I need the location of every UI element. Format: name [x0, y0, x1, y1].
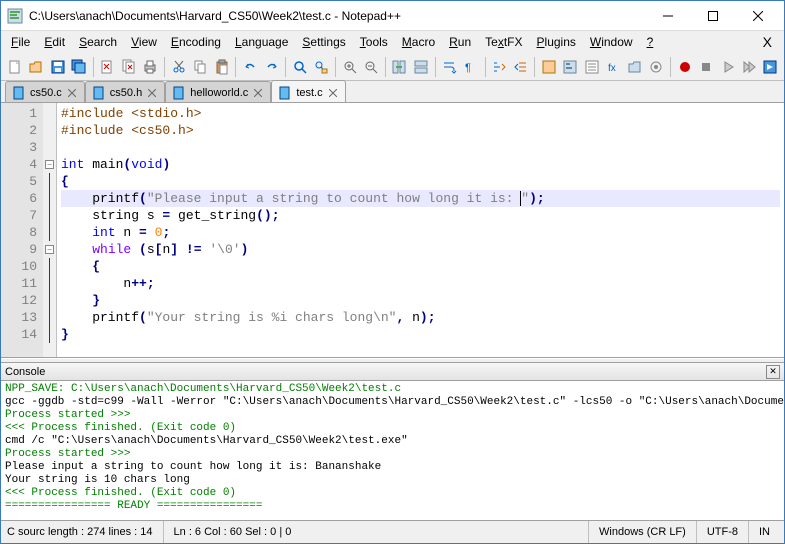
toolbar: ¶ fx — [1, 53, 784, 81]
wordwrap-icon[interactable] — [440, 56, 459, 78]
menu-settings[interactable]: Settings — [296, 33, 351, 51]
tab-cs50-h[interactable]: cs50.h — [85, 81, 165, 102]
maximize-button[interactable] — [690, 1, 735, 30]
tab-label: helloworld.c — [190, 87, 248, 99]
open-file-icon[interactable] — [26, 56, 45, 78]
status-position: Ln : 6 Col : 60 Sel : 0 | 0 — [163, 521, 363, 543]
menu-tools[interactable]: Tools — [354, 33, 394, 51]
svg-text:¶: ¶ — [465, 62, 471, 74]
fold-margin[interactable]: −− — [43, 103, 57, 357]
console-header[interactable]: Console ✕ — [1, 363, 784, 381]
line-number-gutter: 1234567891011121314 — [1, 103, 43, 357]
minimize-button[interactable] — [645, 1, 690, 30]
file-icon — [278, 86, 292, 100]
secondary-close-icon[interactable]: X — [755, 34, 780, 50]
tab-test-c[interactable]: test.c — [271, 80, 345, 102]
cut-icon[interactable] — [169, 56, 188, 78]
tab-helloworld-c[interactable]: helloworld.c — [165, 81, 271, 102]
replace-icon[interactable] — [312, 56, 331, 78]
menu-file[interactable]: File — [5, 33, 36, 51]
menu-run[interactable]: Run — [443, 33, 477, 51]
stop-macro-icon[interactable] — [696, 56, 715, 78]
menubar: File Edit Search View Encoding Language … — [1, 31, 784, 53]
play-macro-icon[interactable] — [718, 56, 737, 78]
menu-macro[interactable]: Macro — [396, 33, 441, 51]
console-title: Console — [5, 366, 45, 378]
func-list-icon[interactable]: fx — [604, 56, 623, 78]
sync-h-icon[interactable] — [411, 56, 430, 78]
copy-icon[interactable] — [191, 56, 210, 78]
folder-ws-icon[interactable] — [625, 56, 644, 78]
sync-v-icon[interactable] — [390, 56, 409, 78]
menu-plugins[interactable]: Plugins — [531, 33, 582, 51]
save-macro-icon[interactable] — [761, 56, 780, 78]
menu-edit[interactable]: Edit — [38, 33, 71, 51]
close-button[interactable] — [735, 1, 780, 30]
play-multi-icon[interactable] — [739, 56, 758, 78]
status-insmode[interactable]: IN — [748, 521, 780, 543]
save-all-icon[interactable] — [69, 56, 88, 78]
file-icon — [12, 86, 26, 100]
paste-icon[interactable] — [212, 56, 231, 78]
menu-window[interactable]: Window — [584, 33, 639, 51]
status-eol[interactable]: Windows (CR LF) — [588, 521, 696, 543]
monitor-icon[interactable] — [647, 56, 666, 78]
svg-text:fx: fx — [608, 63, 616, 74]
file-icon — [172, 86, 186, 100]
app-window: C:\Users\anach\Documents\Harvard_CS50\We… — [0, 0, 785, 544]
tab-close-icon[interactable] — [66, 87, 78, 99]
indent-guide-icon[interactable] — [489, 56, 508, 78]
close-file-icon[interactable] — [98, 56, 117, 78]
menu-search[interactable]: Search — [73, 33, 123, 51]
menu-language[interactable]: Language — [229, 33, 294, 51]
tab-close-icon[interactable] — [146, 87, 158, 99]
code-area[interactable]: #include <stdio.h>#include <cs50.h>int m… — [57, 103, 784, 357]
print-icon[interactable] — [141, 56, 160, 78]
menu-encoding[interactable]: Encoding — [165, 33, 227, 51]
save-icon[interactable] — [48, 56, 67, 78]
new-file-icon[interactable] — [5, 56, 24, 78]
tab-label: cs50.c — [30, 87, 62, 99]
console-close-icon[interactable]: ✕ — [766, 365, 780, 379]
window-title: C:\Users\anach\Documents\Harvard_CS50\We… — [29, 9, 645, 23]
status-length: C sourc length : 274 lines : 14 — [5, 521, 163, 543]
record-macro-icon[interactable] — [675, 56, 694, 78]
close-all-icon[interactable] — [119, 56, 138, 78]
tab-label: cs50.h — [110, 87, 142, 99]
udl-icon[interactable] — [539, 56, 558, 78]
outdent-icon[interactable] — [511, 56, 530, 78]
menu-view[interactable]: View — [125, 33, 163, 51]
tab-close-icon[interactable] — [327, 87, 339, 99]
tab-label: test.c — [296, 87, 322, 99]
titlebar[interactable]: C:\Users\anach\Documents\Harvard_CS50\We… — [1, 1, 784, 31]
zoom-in-icon[interactable] — [340, 56, 359, 78]
app-icon — [7, 8, 23, 24]
console-output[interactable]: NPP_SAVE: C:\Users\anach\Documents\Harva… — [1, 381, 784, 521]
status-encoding[interactable]: UTF-8 — [696, 521, 748, 543]
menu-help[interactable]: ? — [641, 33, 660, 51]
statusbar: C sourc length : 274 lines : 14 Ln : 6 C… — [1, 521, 784, 543]
tabbar: cs50.c cs50.h helloworld.c test.c — [1, 81, 784, 103]
redo-icon[interactable] — [262, 56, 281, 78]
editor[interactable]: 1234567891011121314 −− #include <stdio.h… — [1, 103, 784, 358]
doc-map-icon[interactable] — [561, 56, 580, 78]
menu-textfx[interactable]: TextFX — [479, 33, 528, 51]
zoom-out-icon[interactable] — [361, 56, 380, 78]
doc-list-icon[interactable] — [582, 56, 601, 78]
tab-cs50-c[interactable]: cs50.c — [5, 81, 85, 102]
find-icon[interactable] — [290, 56, 309, 78]
undo-icon[interactable] — [240, 56, 259, 78]
tab-close-icon[interactable] — [252, 87, 264, 99]
show-all-chars-icon[interactable]: ¶ — [461, 56, 480, 78]
file-icon — [92, 86, 106, 100]
